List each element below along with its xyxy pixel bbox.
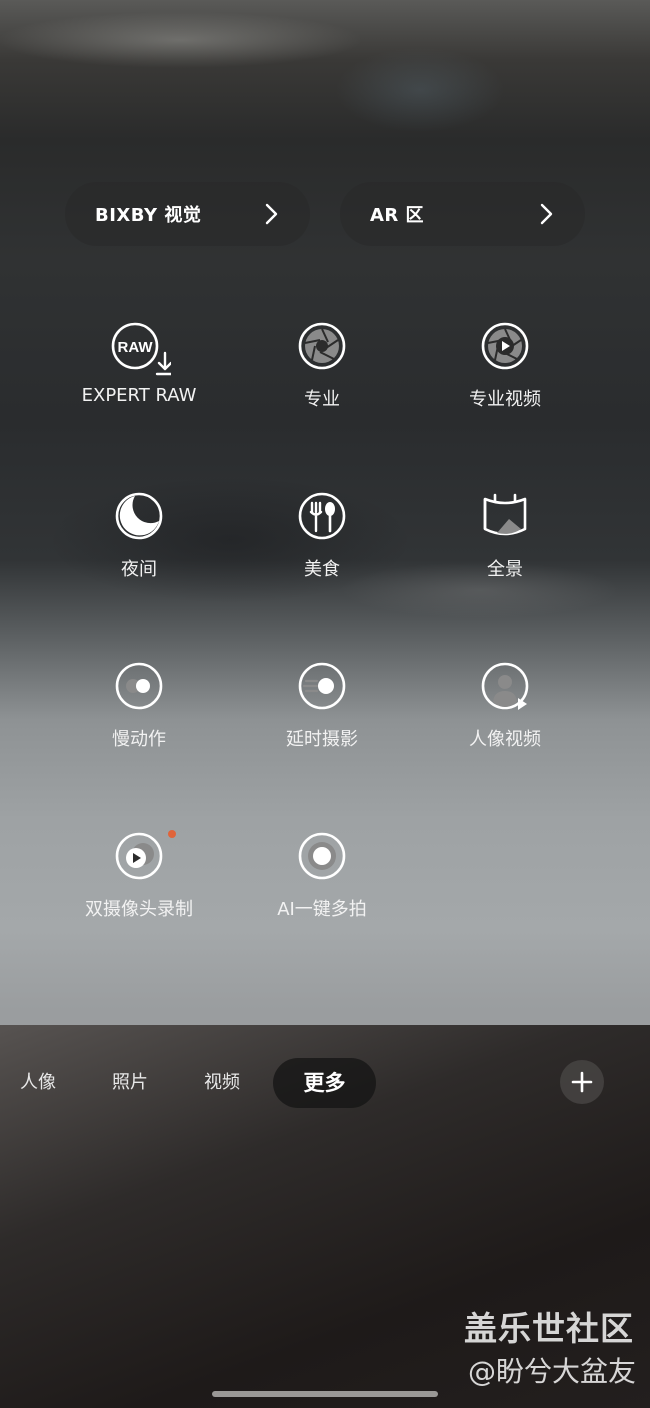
raw-download-icon: RAW <box>111 322 171 376</box>
slow-motion-icon <box>115 662 163 710</box>
mode-tab-bar: 人像 照片 视频 更多 <box>0 1058 650 1108</box>
mode-panorama[interactable]: 全景 <box>413 485 597 581</box>
mode-label: 全景 <box>487 559 523 580</box>
home-indicator[interactable] <box>212 1391 438 1397</box>
mode-label: 慢动作 <box>112 729 166 750</box>
single-take-icon <box>298 832 346 880</box>
mode-label: 夜间 <box>121 559 157 580</box>
aperture-icon <box>298 322 346 370</box>
mode-hyperlapse[interactable]: 延时摄影 <box>230 655 414 751</box>
mode-label: 专业视频 <box>469 389 541 410</box>
bixby-vision-button[interactable]: BIXBY 视觉 <box>65 182 310 246</box>
aperture-play-icon <box>481 322 529 370</box>
mode-label: 美食 <box>304 559 340 580</box>
mode-portrait-video[interactable]: 人像视频 <box>413 655 597 751</box>
plus-icon <box>571 1071 593 1093</box>
raw-badge-text: RAW <box>118 339 154 356</box>
new-indicator-dot <box>168 830 176 838</box>
chevron-right-icon <box>265 203 278 225</box>
hyperlapse-icon <box>298 662 346 710</box>
panorama-icon <box>483 493 527 536</box>
mode-label: AI一键多拍 <box>277 899 367 920</box>
mode-label: 专业 <box>304 389 340 410</box>
tab-portrait[interactable]: 人像 <box>0 1058 76 1108</box>
mode-pro-video[interactable]: 专业视频 <box>413 315 597 411</box>
mode-label: EXPERT RAW <box>81 385 197 406</box>
tab-video[interactable]: 视频 <box>184 1058 260 1108</box>
add-mode-button[interactable] <box>560 1060 604 1104</box>
mode-label: 人像视频 <box>469 729 541 750</box>
mode-label: 双摄像头录制 <box>85 899 193 920</box>
mode-label: 延时摄影 <box>286 729 358 750</box>
ar-zone-button[interactable]: AR 区 <box>340 182 585 246</box>
fork-spoon-icon <box>298 492 346 540</box>
portrait-video-icon <box>481 662 529 710</box>
mode-pro[interactable]: 专业 <box>230 315 414 411</box>
watermark-site: 盖乐世社区 <box>464 1309 634 1348</box>
mode-slow-motion[interactable]: 慢动作 <box>47 655 231 751</box>
ar-zone-label: AR 区 <box>370 205 425 226</box>
watermark-user: @盼兮大盆友 <box>467 1355 636 1388</box>
dual-camera-record-icon <box>115 832 163 880</box>
mode-expert-raw[interactable]: RAW EXPERT RAW <box>47 315 231 406</box>
mode-food[interactable]: 美食 <box>230 485 414 581</box>
chevron-right-icon <box>540 203 553 225</box>
mode-night[interactable]: 夜间 <box>47 485 231 581</box>
tab-more[interactable]: 更多 <box>273 1058 376 1108</box>
tab-photo[interactable]: 照片 <box>92 1058 168 1108</box>
mode-dual-camera-recording[interactable]: 双摄像头录制 <box>47 825 231 921</box>
moon-icon <box>115 492 163 540</box>
mode-single-take[interactable]: AI一键多拍 <box>230 825 414 921</box>
bixby-vision-label: BIXBY 视觉 <box>95 205 202 226</box>
